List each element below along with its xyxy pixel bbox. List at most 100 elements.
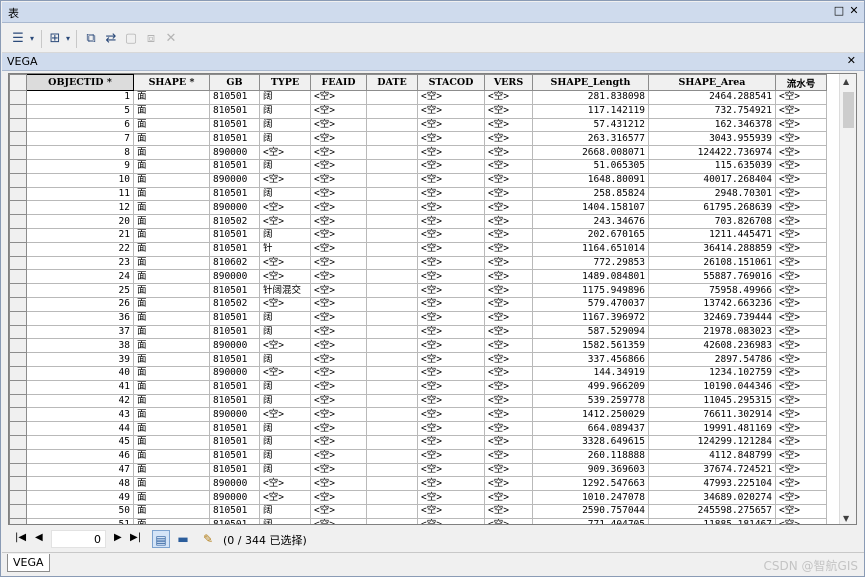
table-cell[interactable]: 23	[26, 255, 134, 271]
table-cell[interactable]: <空>	[775, 407, 827, 423]
table-cell[interactable]: <空>	[417, 490, 485, 505]
table-row[interactable]: 6 面 810501 阔 <空> <空> <空> 57.431212 162.346378 <空>	[9, 117, 827, 133]
table-cell[interactable]	[366, 434, 418, 450]
table-cell[interactable]	[366, 131, 418, 147]
table-cell[interactable]: <空>	[484, 117, 533, 133]
table-cell[interactable]: 115.635039	[648, 158, 776, 174]
table-cell[interactable]: 337.456866	[532, 352, 649, 367]
table-cell[interactable]: 12	[26, 200, 134, 216]
table-cell[interactable]: 144.34919	[532, 365, 649, 381]
column-header[interactable]: SHAPE_Area	[648, 74, 776, 91]
table-cell[interactable]: 阔	[259, 462, 311, 478]
table-row[interactable]: 43 面 890000 <空> <空> <空> <空> 1412.250029 76611.30…	[9, 407, 827, 423]
table-cell[interactable]: <空>	[775, 393, 827, 409]
table-row[interactable]: 8 面 890000 <空> <空> <空> <空> 2668.008071 124422.73…	[9, 145, 827, 160]
table-cell[interactable]: 7	[26, 131, 134, 147]
table-cell[interactable]: <空>	[417, 365, 485, 381]
table-cell[interactable]: 面	[133, 407, 210, 423]
row-selector[interactable]	[9, 421, 27, 436]
table-cell[interactable]: <空>	[310, 421, 367, 436]
table-cell[interactable]: 2590.757044	[532, 503, 649, 519]
table-cell[interactable]: 36	[26, 310, 134, 326]
table-cell[interactable]: 面	[133, 172, 210, 188]
table-cell[interactable]: 面	[133, 117, 210, 133]
table-cell[interactable]: <空>	[310, 241, 367, 257]
table-cell[interactable]: 245598.275657	[648, 503, 776, 519]
table-cell[interactable]: 810502	[209, 296, 260, 312]
table-cell[interactable]: 890000	[209, 269, 260, 285]
table-cell[interactable]: <空>	[775, 434, 827, 450]
table-cell[interactable]: <空>	[259, 269, 311, 285]
table-cell[interactable]: 10190.044346	[648, 379, 776, 395]
table-cell[interactable]: <空>	[775, 517, 827, 524]
tab-vega[interactable]: VEGA	[7, 554, 50, 572]
column-header[interactable]: 流水号	[775, 74, 827, 91]
table-cell[interactable]	[366, 407, 418, 423]
table-cell[interactable]: 243.34676	[532, 214, 649, 229]
table-cell[interactable]: 890000	[209, 407, 260, 423]
row-selector-header[interactable]	[9, 74, 27, 91]
row-selector[interactable]	[9, 434, 27, 450]
table-cell[interactable]: <空>	[775, 269, 827, 285]
table-cell[interactable]: 49	[26, 490, 134, 505]
table-cell[interactable]: <空>	[484, 296, 533, 312]
table-cell[interactable]: <空>	[484, 90, 533, 105]
table-cell[interactable]: 1175.949896	[532, 283, 649, 298]
row-selector[interactable]	[9, 255, 27, 271]
table-cell[interactable]: <空>	[417, 283, 485, 298]
table-cell[interactable]: <空>	[484, 131, 533, 147]
table-cell[interactable]: 47	[26, 462, 134, 478]
table-cell[interactable]: 面	[133, 517, 210, 524]
table-cell[interactable]: 1234.102759	[648, 365, 776, 381]
table-cell[interactable]	[366, 90, 418, 105]
table-row[interactable]: 1 面 810501 阔 <空> <空> <空> 281.838098 2464.288541 <…	[9, 90, 827, 105]
table-cell[interactable]: 117.142119	[532, 103, 649, 119]
row-selector[interactable]	[9, 158, 27, 174]
table-cell[interactable]: 面	[133, 338, 210, 354]
table-cell[interactable]: 258.85824	[532, 186, 649, 202]
table-cell[interactable]: 810501	[209, 421, 260, 436]
table-cell[interactable]: 34689.020274	[648, 490, 776, 505]
table-cell[interactable]: 面	[133, 131, 210, 147]
table-cell[interactable]: <空>	[775, 145, 827, 160]
table-cell[interactable]: 579.470037	[532, 296, 649, 312]
table-cell[interactable]: <空>	[310, 407, 367, 423]
table-cell[interactable]: 38	[26, 338, 134, 354]
table-cell[interactable]: <空>	[775, 158, 827, 174]
table-cell[interactable]: 890000	[209, 200, 260, 216]
table-cell[interactable]: <空>	[417, 407, 485, 423]
table-row[interactable]: 12 面 890000 <空> <空> <空> <空> 1404.158107 61795.26…	[9, 200, 827, 216]
table-cell[interactable]: 阔	[259, 158, 311, 174]
table-cell[interactable]: 阔	[259, 517, 311, 524]
table-cell[interactable]: 1292.547663	[532, 476, 649, 492]
table-cell[interactable]: 面	[133, 227, 210, 243]
table-cell[interactable]: 面	[133, 145, 210, 160]
table-cell[interactable]: 面	[133, 283, 210, 298]
table-cell[interactable]: <空>	[417, 476, 485, 492]
table-cell[interactable]: <空>	[775, 476, 827, 492]
table-row[interactable]: 42 面 810501 阔 <空> <空> <空> 539.259778 11045.29531…	[9, 393, 827, 409]
table-cell[interactable]: <空>	[310, 517, 367, 524]
table-cell[interactable]: <空>	[417, 462, 485, 478]
table-cell[interactable]: <空>	[310, 117, 367, 133]
table-cell[interactable]: <空>	[417, 200, 485, 216]
table-cell[interactable]: 面	[133, 352, 210, 367]
table-cell[interactable]: 阔	[259, 186, 311, 202]
table-cell[interactable]: <空>	[484, 283, 533, 298]
scroll-thumb[interactable]	[843, 92, 854, 128]
table-cell[interactable]: 面	[133, 200, 210, 216]
row-selector[interactable]	[9, 103, 27, 119]
table-cell[interactable]: <空>	[484, 503, 533, 519]
table-cell[interactable]: <空>	[310, 296, 367, 312]
delete-selected-icon[interactable]: ✕	[163, 30, 179, 47]
table-cell[interactable]: 37674.724521	[648, 462, 776, 478]
select-by-attributes-icon[interactable]: ⧉	[83, 30, 99, 47]
table-cell[interactable]: 1648.80091	[532, 172, 649, 188]
table-cell[interactable]: 162.346378	[648, 117, 776, 133]
table-cell[interactable]: <空>	[310, 476, 367, 492]
table-cell[interactable]: 面	[133, 421, 210, 436]
table-cell[interactable]: 55887.769016	[648, 269, 776, 285]
table-row[interactable]: 26 面 810502 <空> <空> <空> <空> 579.470037 13742.663…	[9, 296, 827, 312]
table-cell[interactable]: 1164.651014	[532, 241, 649, 257]
table-cell[interactable]: 810501	[209, 448, 260, 464]
